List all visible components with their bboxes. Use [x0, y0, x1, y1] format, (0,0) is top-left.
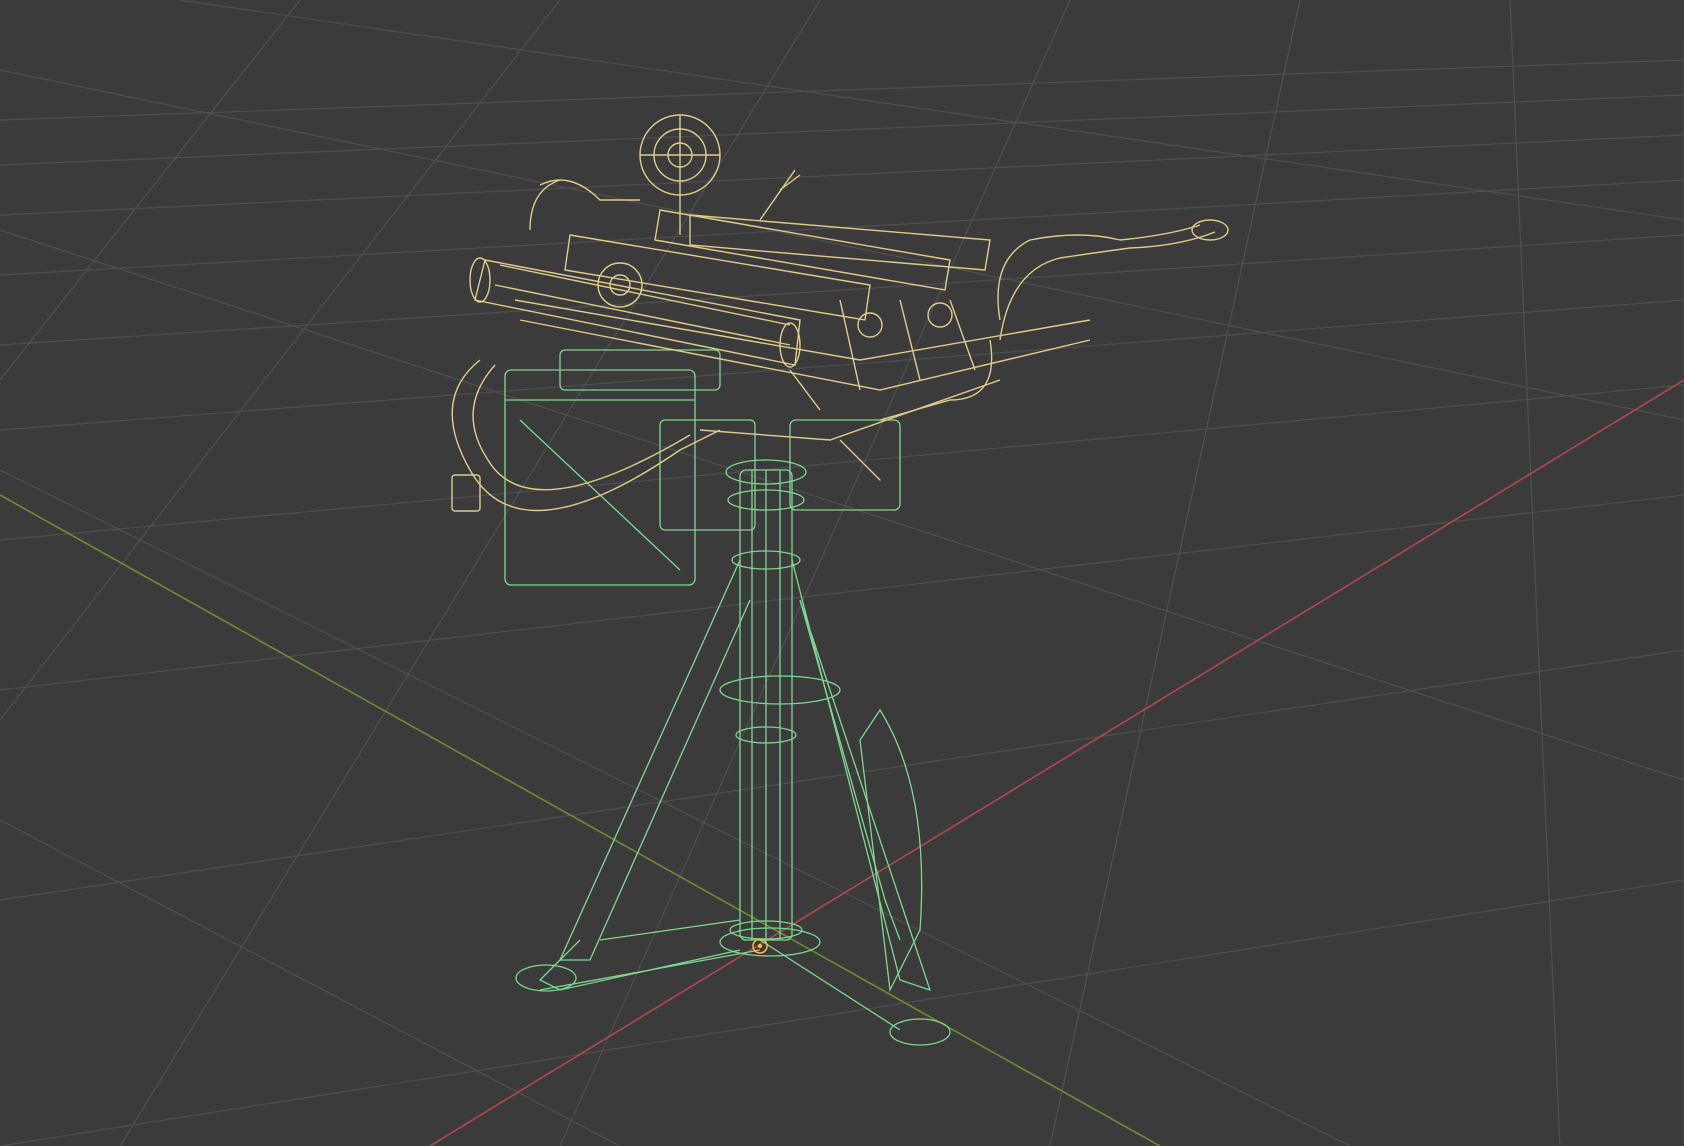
y-axis-line	[0, 494, 1161, 1146]
3d-viewport[interactable]	[0, 0, 1684, 1146]
gun-assembly[interactable]	[451, 114, 1229, 512]
origin-pivot-icon[interactable]	[752, 938, 768, 954]
pedestal-tripod-mount[interactable]	[504, 349, 951, 1046]
viewport-canvas[interactable]	[0, 0, 1684, 1146]
floor-grid	[0, 0, 1684, 1146]
x-axis-line	[429, 379, 1684, 1146]
